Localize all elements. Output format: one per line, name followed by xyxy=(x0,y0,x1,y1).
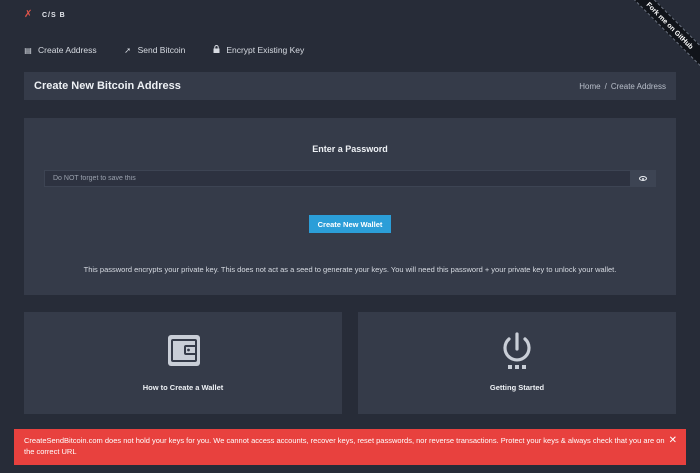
security-alert: CreateSendBitcoin.com does not hold your… xyxy=(14,429,686,465)
show-password-button[interactable] xyxy=(630,170,656,187)
bitcoin-tag-icon: ✗ xyxy=(24,9,33,20)
nav-send-bitcoin[interactable]: ➚ Send Bitcoin xyxy=(124,45,186,55)
wallet-icon xyxy=(168,335,200,366)
breadcrumb-separator: / xyxy=(604,81,607,91)
breadcrumb-home[interactable]: Home xyxy=(579,82,600,91)
main-nav: ▤ Create Address ➚ Send Bitcoin Encrypt … xyxy=(24,45,304,55)
password-card-title: Enter a Password xyxy=(312,144,388,154)
password-card: Enter a Password Create New Wallet This … xyxy=(24,118,676,295)
nav-create-address-label: Create Address xyxy=(38,45,97,55)
page-title: Create New Bitcoin Address xyxy=(34,80,181,92)
tile-getting-started-label: Getting Started xyxy=(489,383,545,392)
breadcrumb: Home / Create Address xyxy=(579,82,666,91)
page-header: Create New Bitcoin Address Home / Create… xyxy=(24,72,676,100)
power-icon xyxy=(503,332,531,369)
create-wallet-button[interactable]: Create New Wallet xyxy=(309,215,391,233)
security-alert-text: CreateSendBitcoin.com does not hold your… xyxy=(24,436,665,456)
password-row xyxy=(44,170,656,187)
breadcrumb-current: Create Address xyxy=(610,81,666,91)
password-input[interactable] xyxy=(44,170,630,187)
send-icon: ➚ xyxy=(124,45,131,55)
wallet-icon: ▤ xyxy=(24,45,32,55)
github-ribbon-label[interactable]: Fork me on GitHub xyxy=(622,0,700,74)
tile-how-to-create-wallet-label: How to Create a Wallet xyxy=(142,383,224,392)
nav-send-bitcoin-label: Send Bitcoin xyxy=(137,45,186,55)
nav-encrypt-key[interactable]: Encrypt Existing Key xyxy=(212,45,304,55)
nav-create-address[interactable]: ▤ Create Address xyxy=(24,45,97,55)
github-ribbon[interactable]: Fork me on GitHub xyxy=(620,0,700,80)
nav-encrypt-key-label: Encrypt Existing Key xyxy=(226,45,305,55)
eye-icon xyxy=(639,176,647,181)
lock-icon xyxy=(212,45,220,55)
tile-getting-started[interactable]: Getting Started xyxy=(358,312,676,414)
close-icon[interactable]: ✕ xyxy=(669,435,677,446)
tile-how-to-create-wallet[interactable]: How to Create a Wallet xyxy=(24,312,342,414)
brand[interactable]: ✗ C/S B xyxy=(24,9,66,21)
logo-text: C/S B xyxy=(42,11,66,19)
password-description: This password encrypts your private key.… xyxy=(83,265,617,274)
